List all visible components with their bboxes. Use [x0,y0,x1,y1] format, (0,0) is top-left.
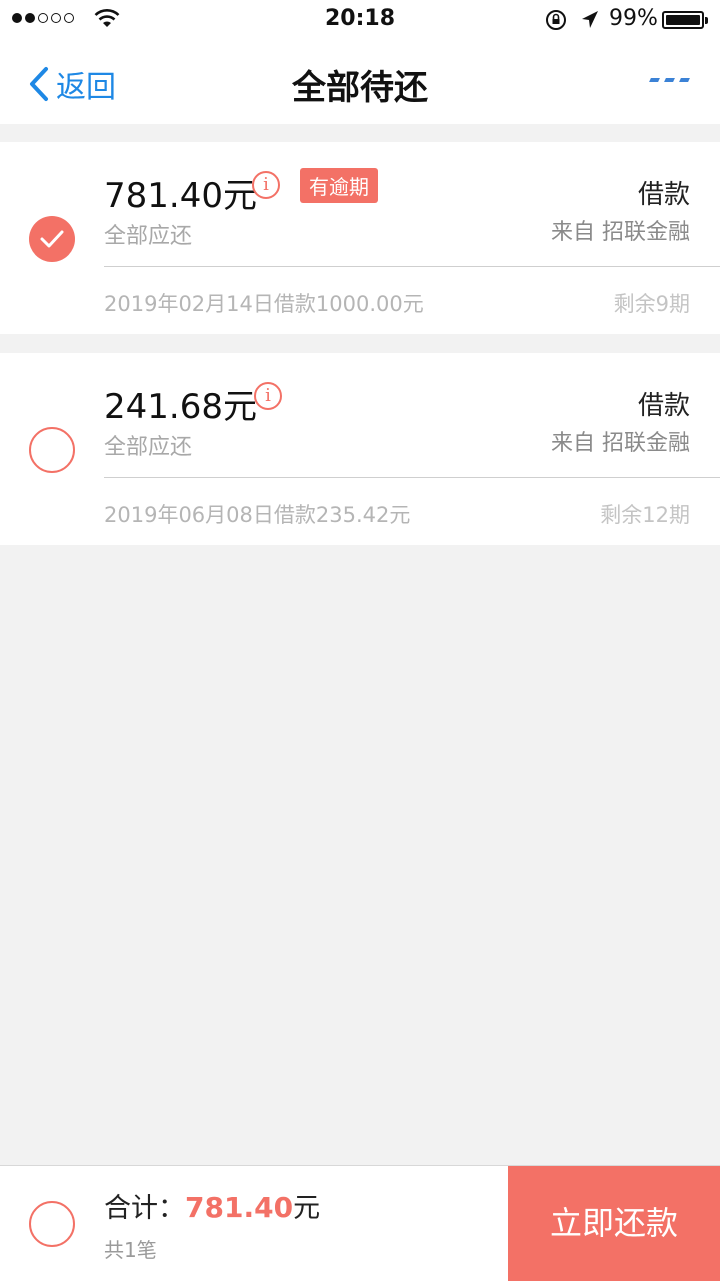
checkout-bar: 合计：781.40元 共1笔 立即还款 [0,1165,720,1281]
info-icon[interactable]: i [252,171,280,199]
battery-percentage: 99% [609,6,658,31]
navigation-bar: 返回 全部待还 [0,40,720,124]
total-unit: 元 [293,1193,321,1224]
select-loan-checkbox[interactable] [29,427,75,473]
amount-label: 全部应还 [104,435,193,460]
status-bar: 20:18 99% [0,0,720,40]
loan-amount: 781.40元 [104,176,257,216]
remaining-periods: 剩余9期 [613,292,690,316]
loan-type: 借款 [637,180,690,210]
rotation-lock-icon [546,10,566,30]
ellipsis-icon [649,78,660,82]
selected-count: 共1笔 [104,1238,157,1262]
loan-source: 来自 招联金融 [551,431,690,456]
divider [104,477,720,478]
select-all-checkbox[interactable] [29,1201,75,1247]
checkmark-icon [40,230,64,248]
location-arrow-icon [582,11,598,28]
total-amount: 781.40 [185,1191,294,1224]
loan-detail: 2019年02月14日借款1000.00元 [104,292,424,316]
total-row: 合计：781.40元 [104,1186,320,1225]
overdue-badge: 有逾期 [300,168,378,203]
remaining-periods: 剩余12期 [600,503,690,527]
info-icon[interactable]: i [254,382,282,410]
loan-card[interactable]: 781.40元 i 有逾期 全部应还 借款 来自 招联金融 2019年02月14… [0,142,720,334]
loan-detail: 2019年06月08日借款235.42元 [104,503,411,527]
amount-label: 全部应还 [104,224,193,249]
loan-type: 借款 [637,391,690,421]
pay-now-button[interactable]: 立即还款 [508,1166,720,1281]
loan-card[interactable]: 241.68元 i 全部应还 借款 来自 招联金融 2019年06月08日借款2… [0,353,720,545]
divider [104,266,720,267]
page-title: 全部待还 [292,68,428,108]
loan-source: 来自 招联金融 [551,220,690,245]
loan-amount: 241.68元 [104,387,257,427]
battery-icon [662,11,708,29]
select-loan-checkbox[interactable] [29,216,75,262]
more-menu-button[interactable] [649,78,690,82]
total-label: 合计： [104,1193,185,1224]
